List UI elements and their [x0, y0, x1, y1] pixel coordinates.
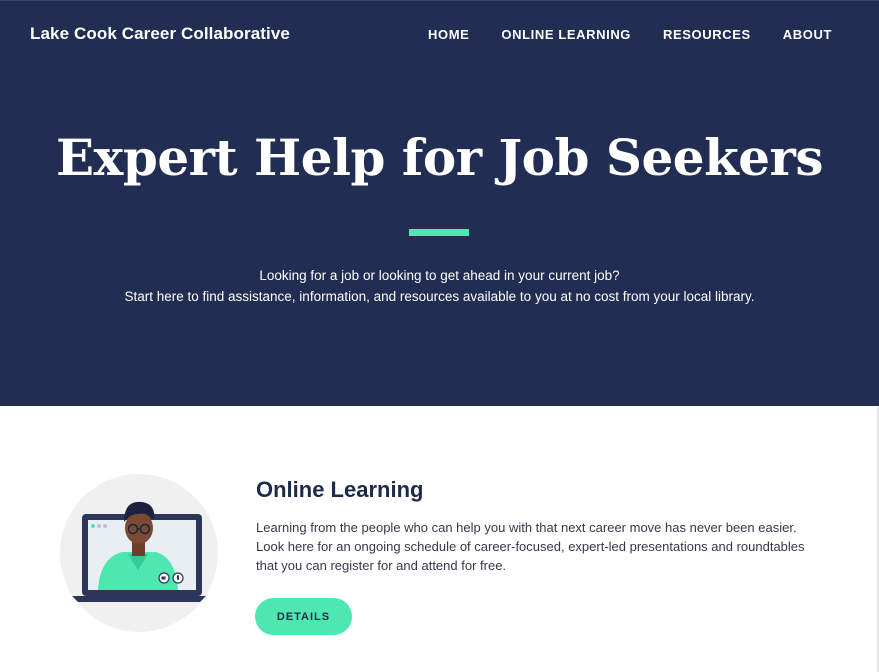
nav-home[interactable]: HOME	[428, 27, 469, 42]
site-brand-link[interactable]: Lake Cook Career Collaborative	[30, 24, 290, 44]
top-border	[0, 0, 879, 1]
section-title-online-learning: Online Learning	[256, 477, 424, 502]
hero-subtitle-line-2: Start here to find assistance, informati…	[124, 289, 755, 304]
laptop-video-call-person-icon	[60, 474, 218, 632]
details-button[interactable]: DETAILS	[255, 598, 352, 635]
hero-title: Expert Help for Job Seekers	[55, 128, 824, 187]
hero-banner: Lake Cook Career Collaborative HOME ONLI…	[0, 0, 879, 406]
section-description: Learning from the people who can help yo…	[256, 520, 805, 573]
nav-about[interactable]: ABOUT	[783, 27, 832, 42]
hero-subtitle-line-1: Looking for a job or looking to get ahea…	[259, 268, 620, 283]
accent-divider	[409, 229, 469, 236]
nav-resources[interactable]: RESOURCES	[663, 27, 751, 42]
main-nav: HOME ONLINE LEARNING RESOURCES ABOUT	[396, 27, 832, 42]
hero-subtitle: Looking for a job or looking to get ahea…	[0, 265, 879, 307]
nav-online-learning[interactable]: ONLINE LEARNING	[501, 27, 631, 42]
